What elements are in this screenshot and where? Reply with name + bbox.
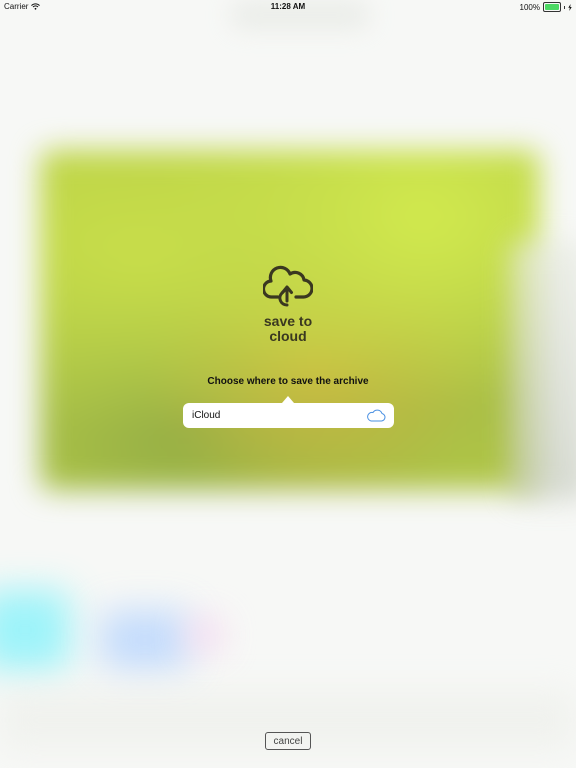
status-bar: Carrier 11:28 AM 100% (0, 0, 576, 13)
background-blur-pink (185, 615, 225, 655)
battery-icon (543, 2, 561, 12)
charging-icon (568, 3, 572, 11)
logo-title-line2: cloud (269, 328, 307, 344)
icloud-option-label: iCloud (192, 410, 221, 421)
cloud-icon (367, 409, 386, 422)
icloud-option[interactable]: iCloud (183, 403, 394, 428)
battery-fill (545, 4, 559, 10)
logo-title: save to cloud (238, 314, 338, 344)
save-location-prompt: Choose where to save the archive (207, 376, 369, 387)
background-blur-side (510, 240, 576, 500)
cloud-upload-icon (261, 265, 314, 307)
popover-arrow (282, 396, 294, 403)
app-logo: save to cloud (238, 265, 338, 344)
cancel-button[interactable]: cancel (265, 732, 311, 750)
logo-title-line1: save to (263, 313, 313, 329)
background-blur-cyan (0, 590, 70, 670)
background-blur-blue (100, 610, 190, 670)
battery-percent: 100% (519, 2, 540, 12)
battery-cap (564, 5, 565, 9)
battery-group: 100% (520, 2, 572, 12)
status-time: 11:28 AM (270, 2, 306, 11)
